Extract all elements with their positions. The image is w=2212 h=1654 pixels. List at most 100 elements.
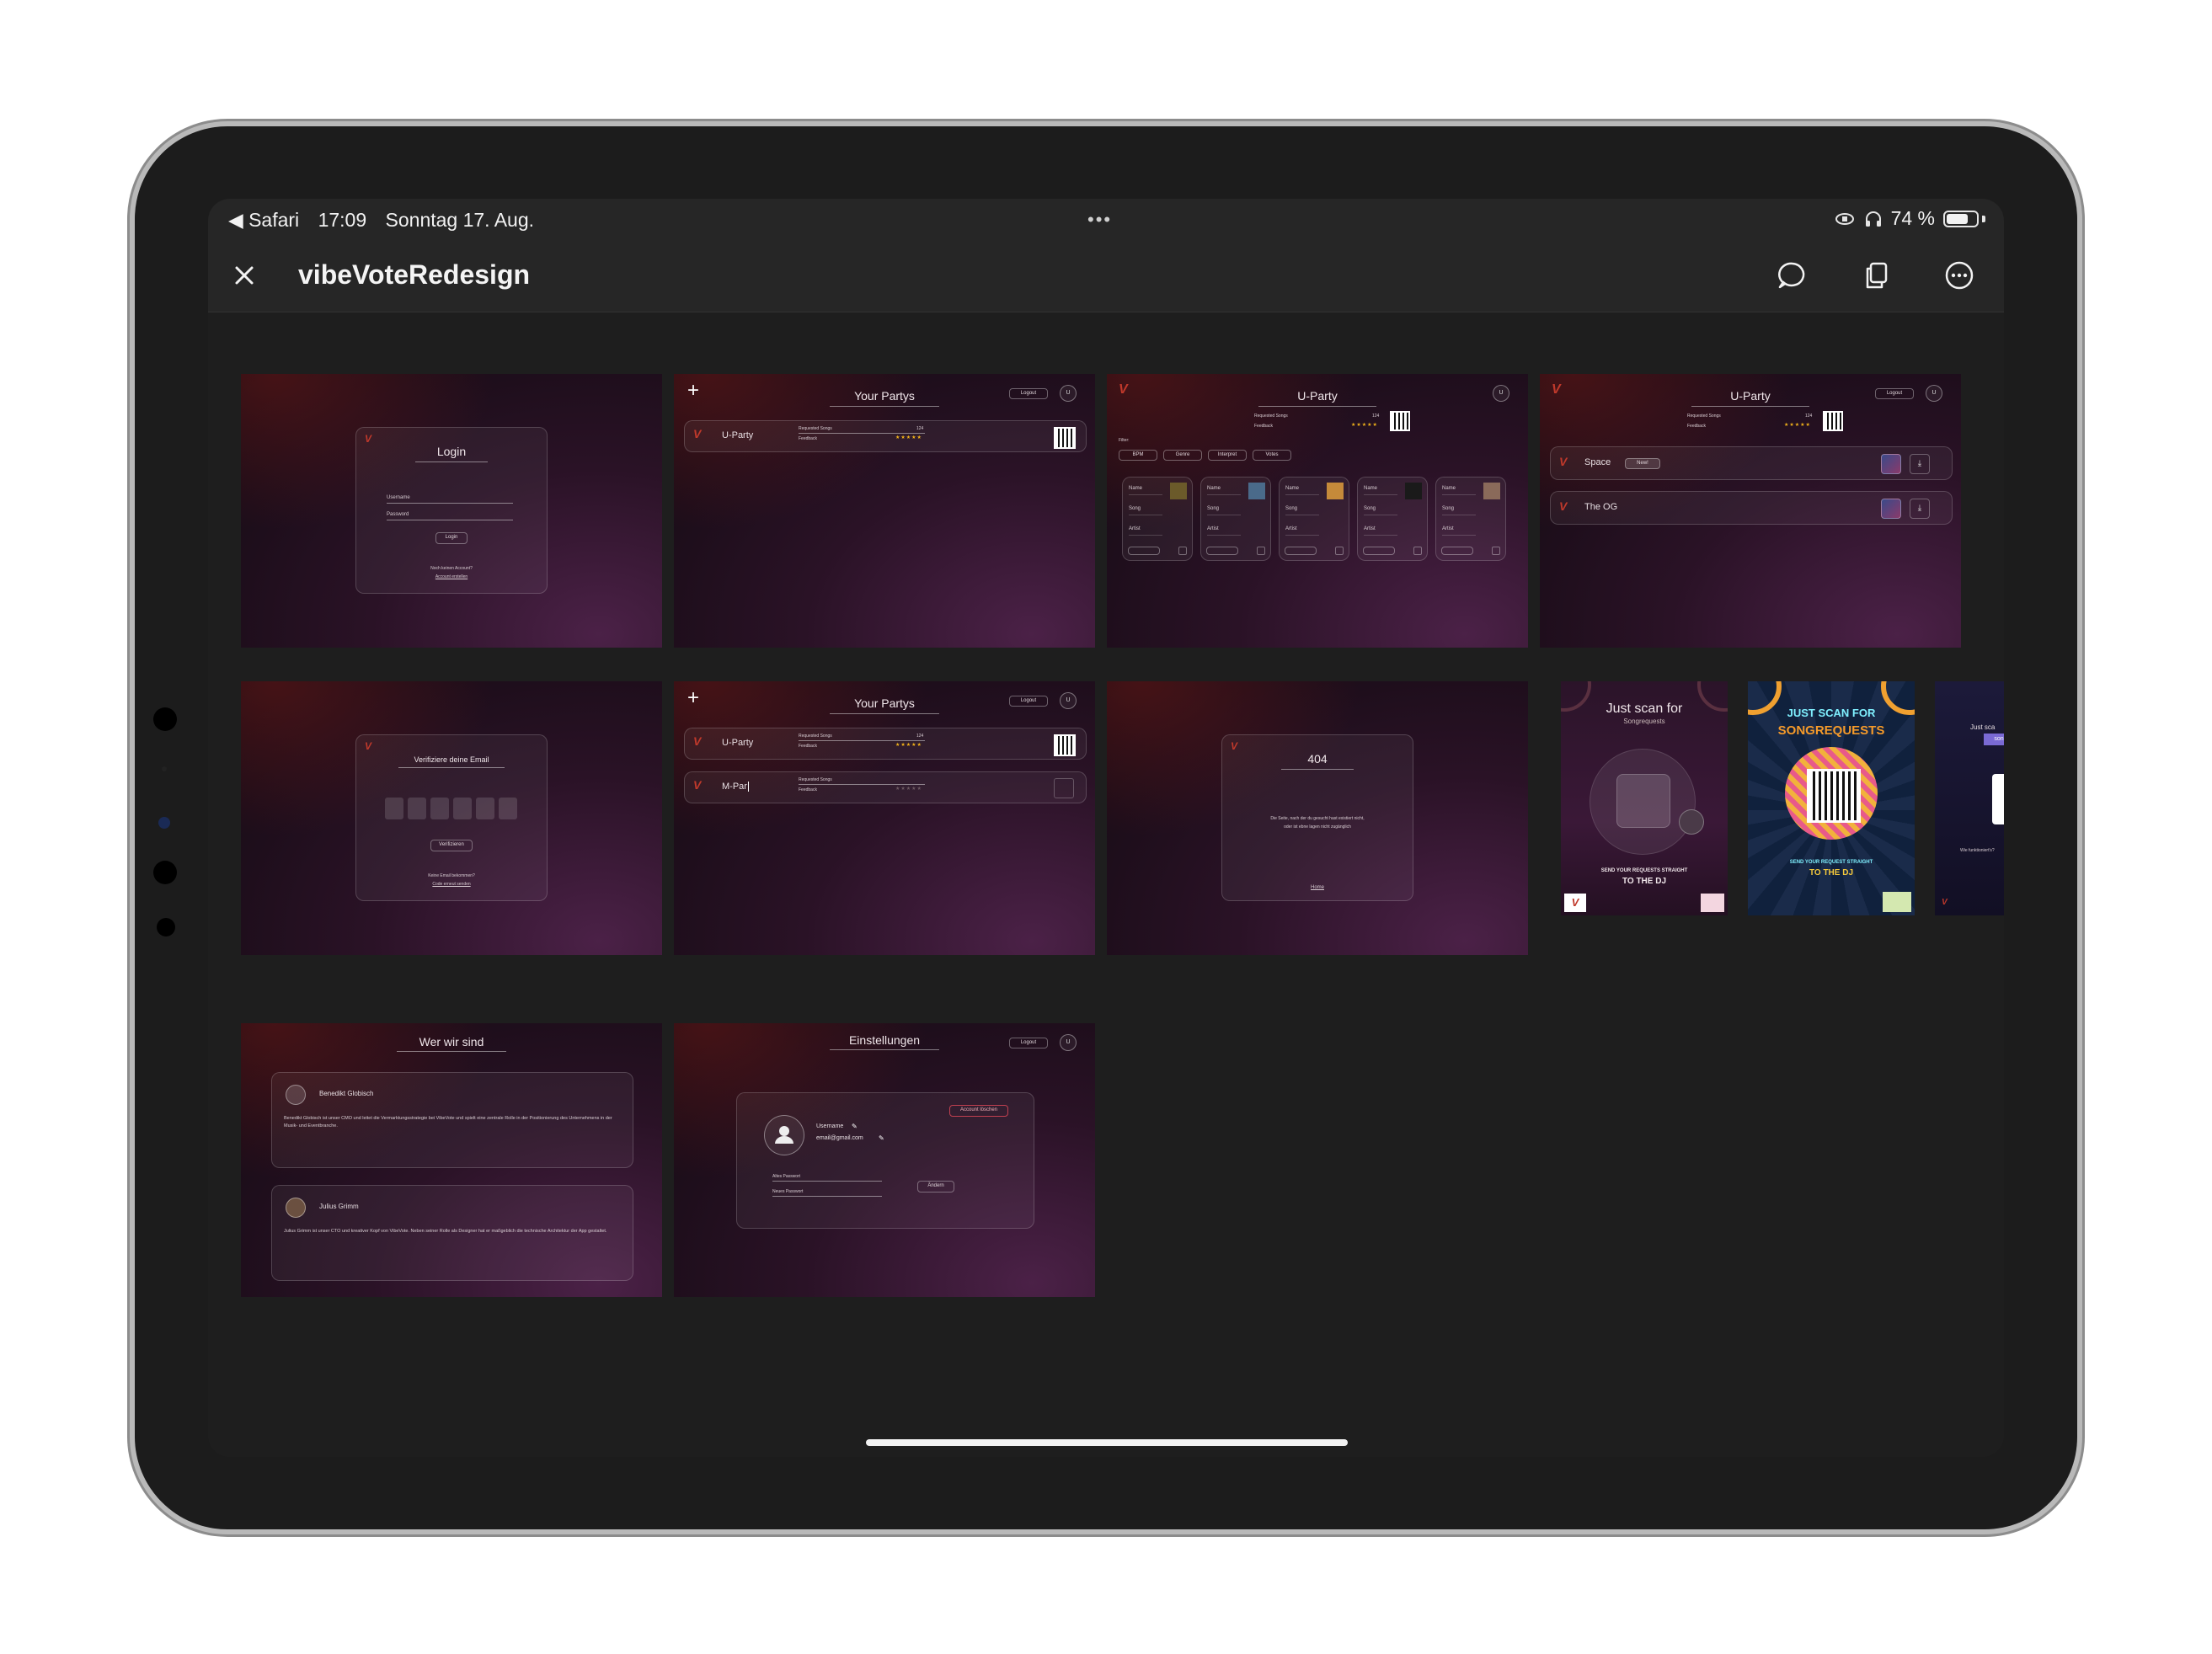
artboard-poster-1[interactable]: Just scan for Songrequests SEND YOUR REQ… [1561, 681, 1728, 915]
avatar[interactable]: U [1060, 1034, 1077, 1051]
delete-account-button[interactable]: Account löschen [949, 1105, 1008, 1117]
qr-code-icon[interactable] [1054, 427, 1076, 449]
avatar-letter: U [1066, 697, 1071, 703]
phone-mockup [1992, 774, 2004, 824]
song-card[interactable]: Name Song Artist [1122, 477, 1193, 561]
code-digit-box[interactable] [476, 798, 494, 819]
avatar[interactable]: U [1060, 692, 1077, 709]
vote-button[interactable] [1285, 547, 1317, 555]
artboard-uparty-lists[interactable]: V U-Party Logout U Requested Songs 124 F… [1540, 374, 1961, 648]
song-card[interactable]: Name Song Artist [1200, 477, 1271, 561]
qr-code-icon[interactable] [1390, 411, 1410, 431]
song-card[interactable]: Name Song Artist [1435, 477, 1506, 561]
select-checkbox[interactable] [1492, 547, 1500, 555]
code-digit-box[interactable] [453, 798, 472, 819]
artboard-uparty-grid[interactable]: V U-Party U Requested Songs 124 Feedback… [1107, 374, 1528, 648]
vote-button[interactable] [1128, 547, 1160, 555]
close-button[interactable] [225, 256, 264, 295]
artboard-your-partys[interactable]: + Your Partys Logout U V U-Party Request… [674, 374, 1095, 648]
logout-button[interactable]: Logout [1009, 1038, 1048, 1048]
home-link[interactable]: Home [1222, 885, 1413, 890]
artboard-poster-2[interactable]: JUST SCAN FOR SONGREQUESTS SEND YOUR REQ… [1748, 681, 1915, 915]
select-checkbox[interactable] [1413, 547, 1422, 555]
notfound-card: V 404 Die Seite, nach der du gesucht has… [1221, 734, 1413, 901]
artboard-verify-email[interactable]: V Verifiziere deine Email Verifizieren K… [241, 681, 662, 955]
card-value-line [1129, 535, 1162, 536]
filter-chip-genre[interactable]: Genre [1163, 450, 1202, 461]
edit-email-icon[interactable]: ✎ [879, 1134, 884, 1142]
new-party-row[interactable]: V M-Par Requested Songs Feedback ★★★★★ [684, 771, 1087, 803]
song-card[interactable]: Name Song Artist [1357, 477, 1428, 561]
requested-label: Requested Songs [799, 734, 832, 739]
old-password-field[interactable]: Altes Passwort [772, 1174, 800, 1179]
feedback-label: Feedback [799, 744, 817, 749]
logout-button[interactable]: Logout [1009, 696, 1048, 707]
status-date: Sonntag 17. Aug. [385, 209, 535, 231]
vote-button[interactable] [1441, 547, 1473, 555]
party-row[interactable]: V U-Party Requested Songs 124 Feedback ★… [684, 728, 1087, 760]
logout-button[interactable]: Logout [1009, 388, 1048, 399]
requested-line [799, 433, 925, 434]
playlist-row[interactable]: V The OG ⤓ [1550, 491, 1953, 525]
select-checkbox[interactable] [1257, 547, 1265, 555]
party-row[interactable]: V U-Party Requested Songs 124 Feedback ★… [684, 420, 1087, 452]
copy-button[interactable] [1857, 256, 1896, 295]
new-password-field[interactable]: Neues Passwort [772, 1189, 803, 1194]
filter-chip-votes[interactable]: Votes [1253, 450, 1291, 461]
code-digit-box[interactable] [430, 798, 449, 819]
more-button[interactable] [1940, 256, 1979, 295]
qr-code-icon[interactable] [1823, 411, 1843, 431]
app-navbar: vibeVoteRedesign [208, 241, 2004, 312]
artboard-login[interactable]: V Login Username Password Login Noch kei… [241, 374, 662, 648]
requested-count: 124 [1372, 414, 1380, 419]
qr-code-icon [1807, 769, 1861, 823]
comment-button[interactable] [1773, 256, 1812, 295]
battery-tip [1982, 215, 1985, 222]
avatar[interactable]: U [1926, 385, 1942, 402]
code-digit-box[interactable] [499, 798, 517, 819]
create-account-link[interactable]: Account erstellen [356, 574, 547, 579]
playlist-row[interactable]: V Space New! ⤓ [1550, 446, 1953, 480]
avatar[interactable]: U [1493, 385, 1509, 402]
avatar[interactable]: U [1060, 385, 1077, 402]
vote-button[interactable] [1363, 547, 1395, 555]
requested-count: 124 [916, 734, 924, 739]
select-checkbox[interactable] [1178, 547, 1187, 555]
filter-chip-bpm[interactable]: BPM [1119, 450, 1157, 461]
download-icon[interactable]: ⤓ [1910, 454, 1930, 474]
home-indicator[interactable] [866, 1439, 1348, 1446]
code-digit-box[interactable] [385, 798, 403, 819]
change-password-button[interactable]: Ändern [917, 1181, 954, 1192]
playlist-cover[interactable] [1881, 499, 1901, 519]
small-badge-icon [1679, 809, 1704, 835]
select-checkbox[interactable] [1335, 547, 1344, 555]
edit-username-icon[interactable]: ✎ [852, 1123, 858, 1130]
artboard-your-partys-2[interactable]: + Your Partys Logout U V U-Party Request… [674, 681, 1095, 955]
code-digit-box[interactable] [408, 798, 426, 819]
qr-code-icon[interactable] [1054, 734, 1076, 756]
login-button[interactable]: Login [435, 532, 468, 544]
avatar-letter: U [1931, 390, 1937, 396]
filter-chip-interpret[interactable]: Interpret [1208, 450, 1247, 461]
playlist-cover[interactable] [1881, 454, 1901, 474]
artboard-about[interactable]: Wer wir sind Benedikt Globisch Benedikt … [241, 1023, 662, 1297]
party-name-input[interactable]: M-Par [722, 782, 749, 792]
password-field[interactable]: Password [387, 512, 409, 517]
artboard-404[interactable]: V 404 Die Seite, nach der du gesucht has… [1107, 681, 1528, 955]
artboard-poster-3[interactable]: Just sca song Wie funktioniert's? V [1935, 681, 2004, 915]
song-card[interactable]: Name Song Artist [1279, 477, 1349, 561]
sensor-dot [162, 766, 167, 771]
download-icon[interactable]: ⤓ [1910, 499, 1930, 519]
resend-code-link[interactable]: Code erneut senden [356, 882, 547, 887]
multitask-dots-icon[interactable]: ••• [1087, 209, 1112, 231]
artboard-settings[interactable]: Einstellungen Logout U Account löschen U… [674, 1023, 1095, 1297]
username-field[interactable]: Username [387, 495, 410, 500]
logout-button[interactable]: Logout [1875, 388, 1914, 399]
vote-button[interactable] [1206, 547, 1238, 555]
ipad-screen: ◀ Safari 17:09 Sonntag 17. Aug. ••• 74 % [208, 199, 2004, 1457]
no-email-text: Keine Email bekommen? [428, 873, 475, 878]
verify-button[interactable]: Verifizieren [430, 840, 473, 851]
poster-subtitle: SONGREQUESTS [1777, 723, 1885, 738]
partys-title-underline [830, 713, 939, 714]
back-to-app[interactable]: ◀ Safari [228, 209, 299, 231]
